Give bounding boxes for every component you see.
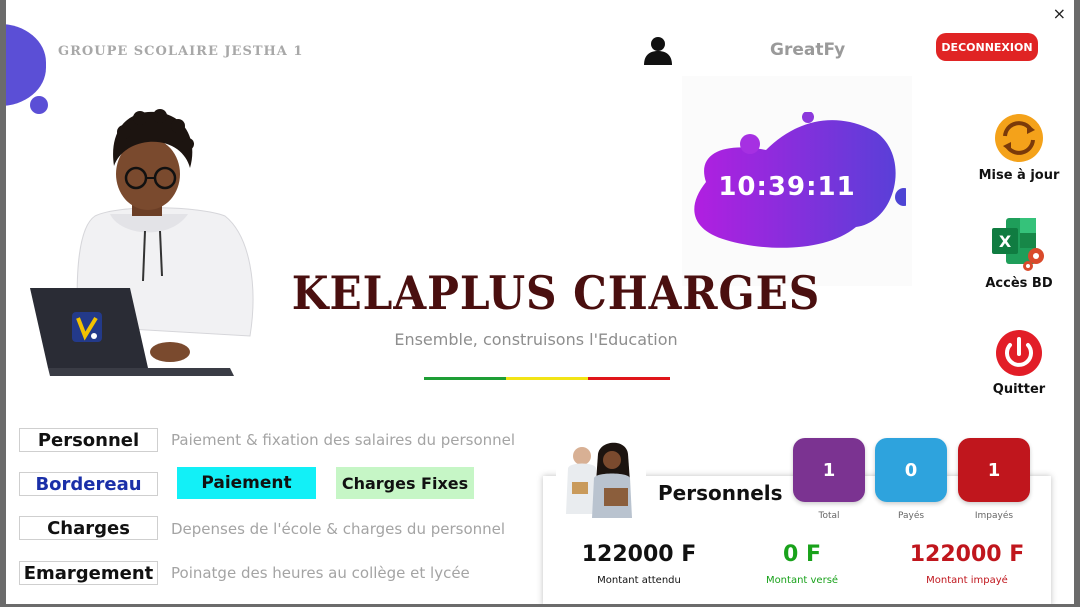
database-access-button[interactable]: X Accès BD <box>974 216 1064 291</box>
paiement-button[interactable]: Paiement <box>177 467 316 499</box>
personnel-button[interactable]: Personnel <box>19 428 158 452</box>
amount-unpaid-label: Montant impayé <box>926 575 1008 586</box>
close-icon[interactable]: × <box>1053 4 1066 23</box>
charges-fixes-button[interactable]: Charges Fixes <box>336 467 474 499</box>
charges-button[interactable]: Charges <box>19 516 158 540</box>
quit-label: Quitter <box>992 382 1046 397</box>
charges-description: Depenses de l'école & charges du personn… <box>171 520 506 538</box>
amount-unpaid: 122000 F <box>909 542 1025 567</box>
emargement-description: Poinatge des heures au collège et lycée <box>171 564 470 582</box>
paid-label: Payés <box>897 511 925 521</box>
user-icon <box>644 37 672 65</box>
unpaid-label: Impayés <box>974 511 1014 521</box>
amount-expected-label: Montant attendu <box>597 575 681 586</box>
paid-tile[interactable]: 0 <box>875 438 947 502</box>
total-label: Total <box>818 511 840 521</box>
excel-icon: X <box>992 218 1044 271</box>
app-title: KELAPLUS CHARGES <box>291 266 821 320</box>
school-name: GROUPE SCOLAIRE JESTHA 1 <box>58 44 304 59</box>
staff-photo <box>556 438 646 522</box>
amount-paid-label: Montant versé <box>765 575 839 586</box>
power-icon <box>996 330 1042 376</box>
update-label: Mise à jour <box>978 168 1060 183</box>
app-tagline: Ensemble, construisons l'Education <box>394 330 678 349</box>
logout-button[interactable]: DECONNEXION <box>936 33 1038 61</box>
decorative-blob <box>6 24 46 106</box>
refresh-icon <box>995 114 1043 162</box>
total-tile[interactable]: 1 <box>793 438 865 502</box>
student-laptop-illustration <box>30 109 254 376</box>
amount-paid: 0 F <box>783 542 821 567</box>
personnel-description: Paiement & fixation des salaires du pers… <box>171 431 516 449</box>
database-access-label: Accès BD <box>985 276 1053 291</box>
svg-text:X: X <box>999 232 1012 251</box>
update-button[interactable]: Mise à jour <box>974 112 1064 183</box>
bordereau-button[interactable]: Bordereau <box>19 472 158 496</box>
personnels-title: Personnels <box>658 481 783 505</box>
unpaid-tile[interactable]: 1 <box>958 438 1030 502</box>
amount-expected: 122000 F <box>581 542 697 567</box>
main-window: × GROUPE SCOLAIRE JESTHA 1 GreatFy DECON… <box>6 0 1074 604</box>
username: GreatFy <box>770 40 846 60</box>
flag-divider <box>424 377 670 380</box>
emargement-button[interactable]: Emargement <box>19 561 158 585</box>
quit-button[interactable]: Quitter <box>974 328 1064 397</box>
clock-time: 10:39:11 <box>718 172 856 202</box>
